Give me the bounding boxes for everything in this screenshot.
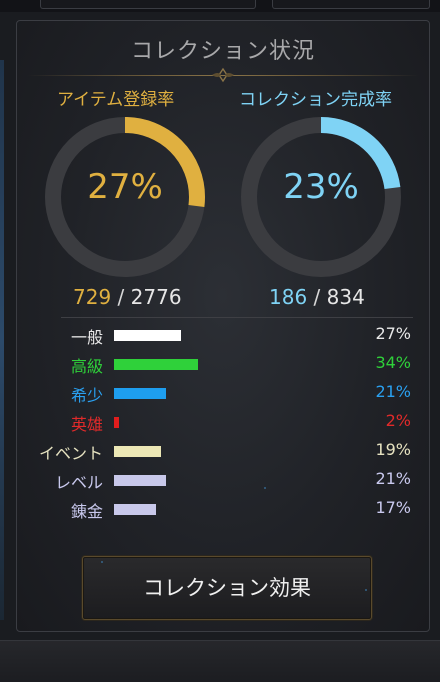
top-tab-right[interactable] bbox=[272, 0, 430, 9]
total-count: 834 bbox=[326, 285, 365, 309]
item-registration-count: 729 / 2776 bbox=[73, 285, 182, 309]
grade-bar bbox=[114, 446, 161, 457]
collection-completion-label: コレクション完成率 bbox=[239, 90, 392, 110]
item-registration-label: アイテム登録率 bbox=[57, 90, 175, 110]
registered-count: 729 bbox=[73, 285, 112, 309]
collection-completion-count: 186 / 834 bbox=[269, 285, 365, 309]
grade-bar bbox=[114, 388, 166, 399]
grade-value: 17% bbox=[375, 498, 411, 517]
grade-label: イベント bbox=[38, 444, 103, 463]
top-tab-left[interactable] bbox=[40, 0, 256, 9]
grade-row-common: 一般 27% bbox=[17, 321, 429, 349]
grade-value: 19% bbox=[375, 440, 411, 459]
grade-label: 高級 bbox=[70, 357, 103, 376]
grade-bar bbox=[114, 330, 181, 341]
completed-count: 186 bbox=[269, 285, 308, 309]
bottom-bar bbox=[0, 640, 440, 682]
count-separator: / bbox=[313, 285, 321, 309]
grade-row-event: イベント 19% bbox=[17, 437, 429, 465]
total-count: 2776 bbox=[130, 285, 182, 309]
grade-bar bbox=[114, 417, 119, 428]
collection-effect-button[interactable]: コレクション効果 bbox=[82, 556, 372, 620]
ornament-icon bbox=[212, 67, 234, 83]
top-frame bbox=[0, 0, 440, 12]
grade-label: 希少 bbox=[70, 386, 103, 405]
grade-label: 錬金 bbox=[70, 502, 103, 521]
side-glow bbox=[0, 60, 4, 620]
count-separator: / bbox=[117, 285, 125, 309]
sparkle bbox=[365, 589, 367, 591]
grade-label: レベル bbox=[54, 473, 103, 492]
grade-bar bbox=[114, 475, 166, 486]
grade-label: 英雄 bbox=[70, 415, 103, 434]
section-divider bbox=[61, 317, 413, 318]
grade-value: 34% bbox=[375, 353, 411, 372]
grade-value: 2% bbox=[385, 411, 411, 430]
grade-row-hero: 英雄 2% bbox=[17, 408, 429, 436]
grade-value: 21% bbox=[375, 382, 411, 401]
sparkle bbox=[264, 487, 266, 489]
grade-row-alchemy: 錬金 17% bbox=[17, 495, 429, 523]
grade-bar bbox=[114, 359, 198, 370]
collection-status-panel: コレクション状況 アイテム登録率 27% 729 / 2776 コレクション完成… bbox=[16, 20, 430, 632]
item-registration-percent: 27% bbox=[87, 167, 163, 207]
grade-value: 21% bbox=[375, 469, 411, 488]
grade-label: 一般 bbox=[70, 328, 103, 347]
item-registration-ring: 27% bbox=[41, 113, 209, 281]
grade-value: 27% bbox=[375, 324, 411, 343]
grade-row-advanced: 高級 34% bbox=[17, 350, 429, 378]
grade-bar bbox=[114, 504, 156, 515]
grade-row-level: レベル 21% bbox=[17, 466, 429, 494]
grade-row-rare: 希少 21% bbox=[17, 379, 429, 407]
collection-completion-percent: 23% bbox=[283, 167, 359, 207]
sparkle bbox=[101, 561, 103, 563]
collection-completion-ring: 23% bbox=[237, 113, 405, 281]
panel-title: コレクション状況 bbox=[130, 39, 315, 64]
